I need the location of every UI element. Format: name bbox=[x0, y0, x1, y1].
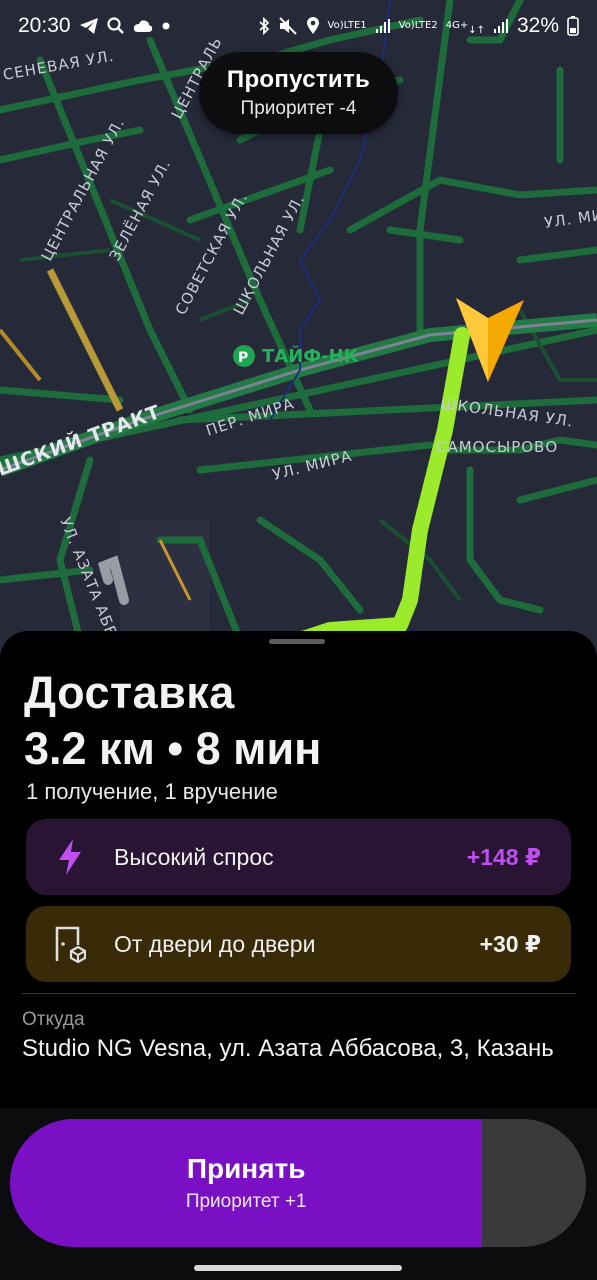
place-label: САМОСЫРОВО bbox=[436, 438, 558, 456]
volte-lte1-label: Vo) LTE1 bbox=[327, 20, 367, 31]
order-points: 1 получение, 1 вручение bbox=[26, 779, 278, 804]
skip-priority: Приоритет -4 bbox=[240, 98, 357, 119]
cloud-icon bbox=[133, 19, 153, 33]
battery-icon bbox=[567, 16, 579, 36]
from-address: Studio NG Vesna, ул. Азата Аббасова, 3, … bbox=[22, 1035, 554, 1062]
promo-high-demand: Высокий спрос +148 ₽ bbox=[26, 819, 571, 895]
status-bar: 20:30 Vo) LTE1 Vo) LTE2 4G+ ↓↑ 32% bbox=[0, 0, 597, 52]
accept-area: Принять Приоритет +1 bbox=[0, 1108, 597, 1280]
sheet-drag-handle[interactable] bbox=[269, 639, 325, 644]
signal-2-icon bbox=[493, 18, 509, 34]
bluetooth-icon bbox=[258, 17, 270, 35]
order-distance-time: 3.2 км • 8 мин bbox=[24, 723, 322, 774]
signal-1-icon bbox=[375, 18, 391, 34]
promo-label: От двери до двери bbox=[114, 930, 316, 957]
promo-label: Высокий спрос bbox=[114, 843, 274, 870]
location-icon bbox=[306, 17, 320, 35]
mute-icon bbox=[278, 17, 298, 35]
promo-value: +148 ₽ bbox=[466, 843, 541, 870]
svg-text:P: P bbox=[238, 350, 248, 366]
order-title: Доставка bbox=[24, 667, 235, 718]
poi-marker[interactable]: P ТАЙФ-НК bbox=[233, 345, 359, 367]
notification-dot-icon bbox=[161, 21, 171, 31]
promo-door-to-door: От двери до двери +30 ₽ bbox=[26, 906, 571, 982]
accept-title: Принять bbox=[186, 1153, 306, 1184]
accept-priority: Приоритет +1 bbox=[185, 1191, 307, 1212]
skip-button[interactable]: Пропустить Приоритет -4 bbox=[199, 52, 398, 134]
divider bbox=[22, 993, 576, 994]
battery-percent: 32% bbox=[516, 14, 559, 37]
volte-lte2-label: Vo) LTE2 bbox=[398, 20, 438, 31]
door-package-icon bbox=[52, 924, 88, 964]
skip-title: Пропустить bbox=[226, 66, 371, 93]
from-label: Откуда bbox=[22, 1009, 85, 1030]
search-icon bbox=[106, 17, 125, 35]
network-type-label: 4G+ ↓↑ bbox=[445, 20, 485, 36]
accept-button[interactable]: Принять Приоритет +1 bbox=[10, 1119, 586, 1247]
lightning-icon bbox=[52, 837, 88, 877]
poi-label: ТАЙФ-НК bbox=[262, 345, 359, 367]
telegram-icon bbox=[79, 17, 99, 35]
promo-value: +30 ₽ bbox=[479, 930, 541, 957]
clock: 20:30 bbox=[18, 14, 71, 37]
home-indicator[interactable] bbox=[194, 1265, 402, 1271]
